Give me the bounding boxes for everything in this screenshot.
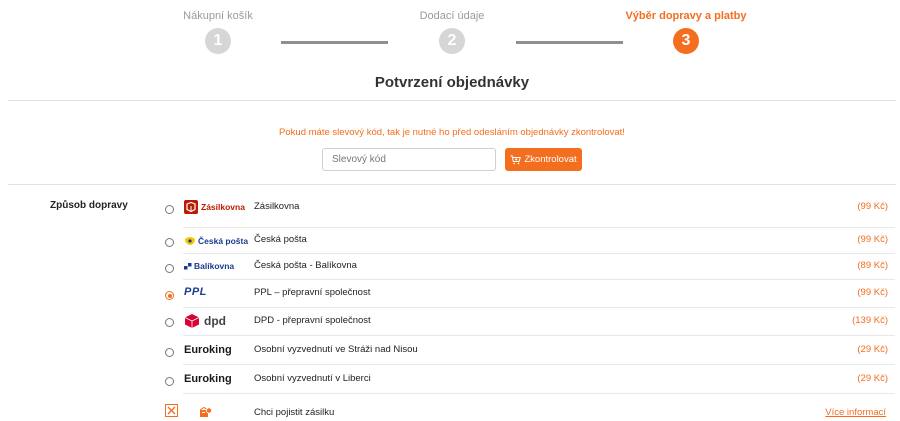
check-discount-button[interactable]: Zkontrolovat (505, 148, 582, 171)
shipping-section-label: Způsob dopravy (50, 200, 128, 211)
shipping-option-price: (99 Kč) (857, 287, 888, 298)
insurance-package-icon (199, 405, 212, 421)
shipping-option-ceska-posta[interactable]: Česká pošta Česká pošta (99 Kč) (160, 233, 888, 251)
dpd-logo-text: dpd (204, 314, 226, 328)
row-divider (183, 279, 895, 280)
shipping-option-name: Zásilkovna (254, 201, 300, 212)
shipping-option-price: (29 Kč) (857, 344, 888, 355)
shipping-option-name: Osobní vyzvednutí v Liberci (254, 373, 371, 384)
shipping-radio[interactable] (165, 205, 174, 214)
shipping-option-price: (89 Kč) (857, 260, 888, 271)
shipping-option-balikovna[interactable]: Balíkovna Česká pošta - Balíkovna (89 Kč… (160, 258, 888, 276)
divider (8, 184, 896, 185)
insurance-checkbox[interactable] (165, 404, 178, 417)
euroking-logo: Euroking (184, 371, 232, 387)
step-label: Výběr dopravy a platby (625, 10, 747, 22)
ceska-posta-logo: Česká pošta (184, 233, 248, 249)
checkbox-cross-icon (167, 406, 176, 415)
euroking-logo-text: Euroking (184, 373, 232, 385)
shipping-radio[interactable] (165, 238, 174, 247)
step-shipping-payment: Výběr dopravy a platby 3 (586, 10, 786, 54)
step-number: 2 (439, 28, 465, 54)
shipping-radio-selected[interactable] (165, 291, 174, 300)
row-divider (183, 364, 895, 365)
zasilkovna-logo-text: Zásilkovna (201, 202, 245, 212)
step-cart[interactable]: Nákupní košík 1 (118, 10, 318, 54)
shipping-option-name: Česká pošta - Balíkovna (254, 260, 357, 271)
shipping-option-zasilkovna[interactable]: Zásilkovna Zásilkovna (99 Kč) (160, 199, 888, 225)
shipping-option-dpd[interactable]: dpd DPD - přepravní společnost (139 Kč) (160, 312, 888, 332)
shipping-radio[interactable] (165, 264, 174, 273)
check-discount-label: Zkontrolovat (524, 154, 577, 165)
shipping-option-pickup-liberec[interactable]: Euroking Osobní vyzvednutí v Liberci (29… (160, 371, 888, 391)
shipping-option-name: PPL – přepravní společnost (254, 287, 371, 298)
step-label: Nákupní košík (183, 10, 253, 22)
row-divider (183, 227, 895, 228)
row-divider (183, 307, 895, 308)
insurance-label: Chci pojistit zásilku (254, 407, 335, 418)
shipping-option-price: (139 Kč) (852, 315, 888, 326)
balikovna-logo-text: Balíkovna (194, 261, 235, 271)
row-divider (183, 335, 895, 336)
shipping-option-price: (99 Kč) (857, 201, 888, 212)
discount-note: Pokud máte slevový kód, tak je nutné ho … (279, 127, 625, 138)
shipping-option-name: Česká pošta (254, 234, 307, 245)
shipping-radio[interactable] (165, 318, 174, 327)
shipping-option-price: (99 Kč) (857, 234, 888, 245)
shipping-option-pickup-straz[interactable]: Euroking Osobní vyzvednutí ve Stráži nad… (160, 342, 888, 362)
shipping-option-ppl[interactable]: PPL PPL – přepravní společnost (99 Kč) (160, 285, 888, 305)
shipping-option-price: (29 Kč) (857, 373, 888, 384)
ceska-posta-logo-text: Česká pošta (198, 236, 249, 246)
checkout-stepper: Nákupní košík 1 Dodací údaje 2 Výběr dop… (0, 0, 900, 60)
step-label: Dodací údaje (419, 10, 485, 22)
cart-icon (510, 154, 522, 164)
discount-code-input[interactable] (322, 148, 496, 171)
dpd-logo: dpd (184, 312, 226, 330)
ppl-logo: PPL (184, 285, 207, 299)
euroking-logo: Euroking (184, 342, 232, 358)
shipping-radio[interactable] (165, 348, 174, 357)
zasilkovna-logo: Zásilkovna (184, 199, 245, 215)
row-divider (183, 393, 895, 394)
euroking-logo-text: Euroking (184, 344, 232, 356)
shipping-radio[interactable] (165, 377, 174, 386)
step-number: 1 (205, 28, 231, 54)
divider (8, 100, 896, 101)
page-title: Potvrzení objednávky (374, 74, 530, 91)
more-info-link[interactable]: Více informací (825, 407, 886, 418)
shipping-option-name: Osobní vyzvednutí ve Stráži nad Nisou (254, 344, 418, 355)
ppl-logo-text: PPL (184, 286, 207, 298)
balikovna-logo: Balíkovna (184, 258, 234, 274)
step-delivery[interactable]: Dodací údaje 2 (352, 10, 552, 54)
step-number: 3 (673, 28, 699, 54)
shipping-option-name: DPD - přepravní společnost (254, 315, 371, 326)
row-divider (183, 253, 895, 254)
